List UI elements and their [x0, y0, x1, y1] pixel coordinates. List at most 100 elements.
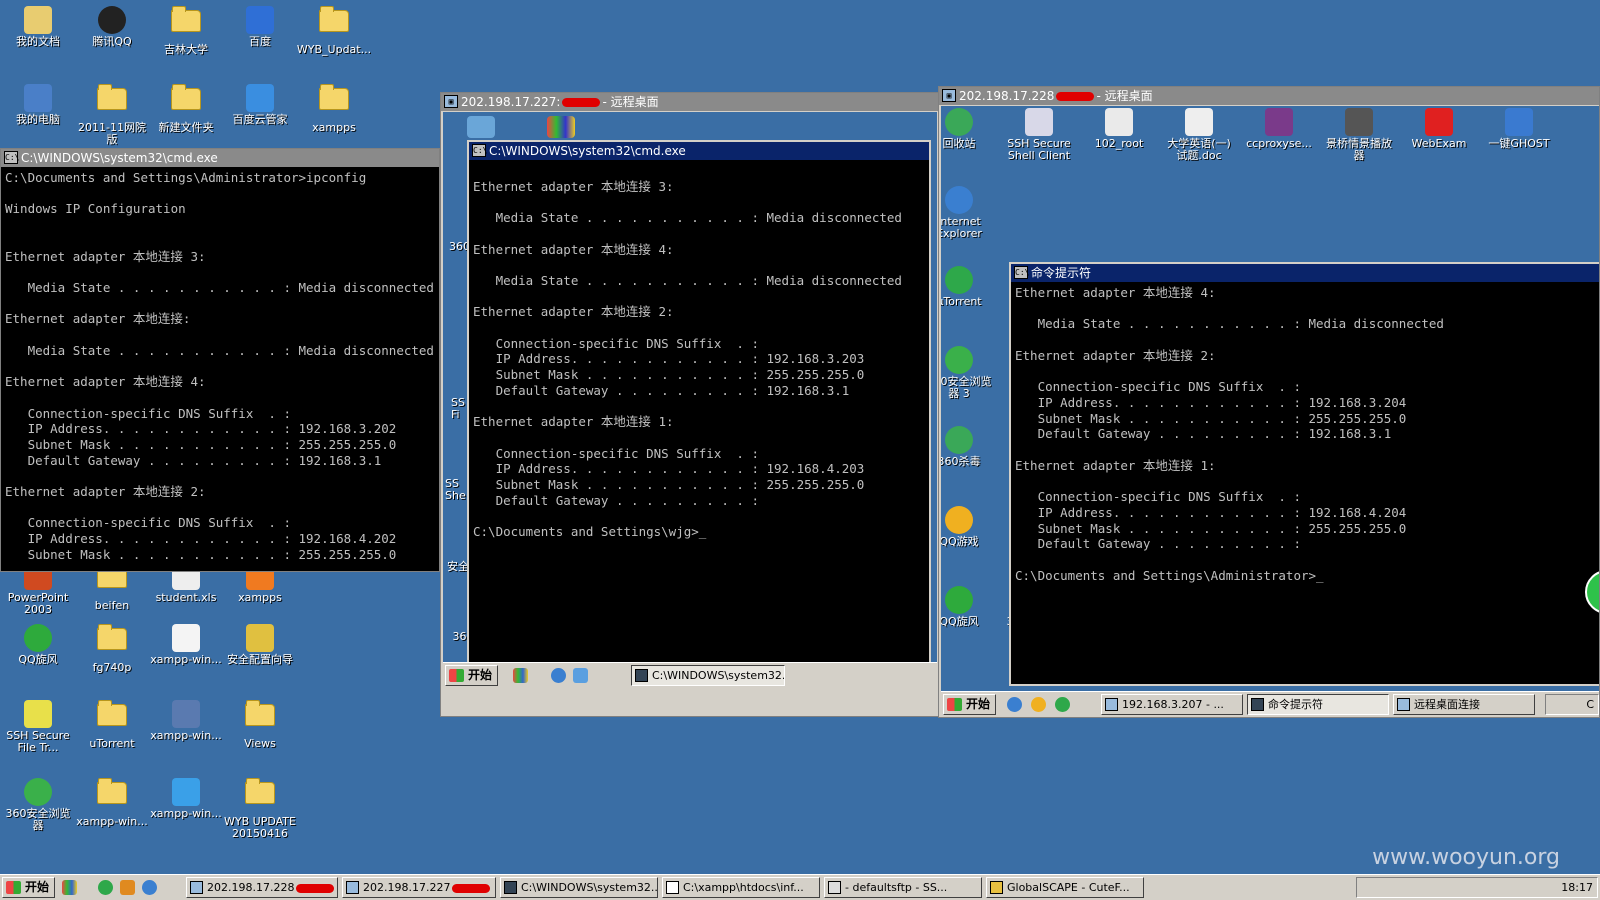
- desktop-icon[interactable]: WYB UPDATE 20150416: [222, 776, 298, 840]
- cmd-icon: C:\: [4, 151, 20, 164]
- quicklaunch-ie-icon[interactable]: [142, 880, 157, 895]
- quicklaunch-360-icon[interactable]: [98, 880, 113, 895]
- app-icon: [1025, 108, 1053, 136]
- desktop-icon[interactable]: 百度: [222, 4, 298, 48]
- desktop-icon[interactable]: 腾讯QQ: [74, 4, 150, 48]
- rd2-desktop-icon-label: 360杀毒: [941, 455, 981, 468]
- cuteftp-icon: [990, 881, 1003, 894]
- desktop-icon[interactable]: 百度云管家: [222, 82, 298, 126]
- rd2-desktop-icon[interactable]: 102_root: [1079, 108, 1159, 150]
- rd2-desktop-icon[interactable]: ccproxyse...: [1239, 108, 1319, 150]
- rd2-desktop-icon-label: ccproxyse...: [1246, 137, 1312, 150]
- rd1-cmd-titlebar[interactable]: C:\ C:\WINDOWS\system32\cmd.exe: [469, 142, 929, 160]
- rd2-desktop-icon[interactable]: SSH Secure Shell Client: [999, 108, 1079, 162]
- local-cmd-title: C:\WINDOWS\system32\cmd.exe: [21, 151, 218, 165]
- main-task-4[interactable]: C:\xampp\htdocs\inf...: [662, 877, 820, 898]
- desktop-icon[interactable]: 吉林大学: [148, 4, 224, 56]
- rd2-desktop-icon-label: 景桥情景播放 器: [1326, 137, 1392, 162]
- desktop-icon-label: SSH Secure File Tr...: [6, 729, 70, 754]
- rd2-desktop-icon-label: 102_root: [1094, 137, 1144, 150]
- rd1-cmd-window[interactable]: C:\ C:\WINDOWS\system32\cmd.exe Ethernet …: [467, 140, 931, 664]
- desktop-icon[interactable]: xampps: [296, 82, 372, 134]
- rd1-cmd-output[interactable]: Ethernet adapter 本地连接 3: Media State . .…: [469, 161, 929, 662]
- desktop-icon-label: Views: [244, 737, 276, 750]
- rd2-desktop-icon[interactable]: QQ游戏: [941, 506, 999, 548]
- remote-desktop-227[interactable]: ▣ 202.198.17.227: - 远程桌面 360 SS Fi SS She …: [440, 92, 940, 717]
- folder-icon: [244, 778, 276, 814]
- rd1-quicklaunch-windows-icon[interactable]: [513, 668, 528, 683]
- rd2-desktop-icon[interactable]: 一键GHOST: [1479, 108, 1559, 150]
- rd2-task-3[interactable]: 远程桌面连接: [1393, 694, 1535, 715]
- folder-shape: [97, 778, 127, 804]
- desktop-icon[interactable]: SSH Secure File Tr...: [0, 698, 76, 754]
- rd2-desktop-icon[interactable]: WebExam: [1399, 108, 1479, 150]
- desktop-icon[interactable]: 我的文档: [0, 4, 76, 48]
- desktop-icon[interactable]: 我的电脑: [0, 82, 76, 126]
- rd2-desktop-icon[interactable]: Internet Explorer: [941, 186, 999, 240]
- local-cmd-output[interactable]: C:\Documents and Settings\Administrator>…: [1, 168, 439, 571]
- rd2-tray[interactable]: C: [1545, 694, 1599, 715]
- windows-flag-icon: [449, 669, 464, 682]
- desktop-icon[interactable]: 新建文件夹: [148, 82, 224, 134]
- rd2-desktop-icon[interactable]: QQ旋风: [941, 586, 999, 628]
- rd2-desktop-icon[interactable]: 大学英语(一) 试题.doc: [1159, 108, 1239, 162]
- local-cmd-window[interactable]: C:\ C:\WINDOWS\system32\cmd.exe C:\Docume…: [0, 148, 440, 572]
- rd1-quicklaunch-ie-icon[interactable]: [551, 668, 566, 683]
- main-task-6[interactable]: GlobalSCAPE - CuteF...: [986, 877, 1144, 898]
- rd2-desktop-icon[interactable]: 回收站: [941, 108, 999, 150]
- desktop-icon[interactable]: uTorrent: [74, 698, 150, 750]
- rd1-quicklaunch-refresh-icon[interactable]: [573, 668, 588, 683]
- rd2-start-button[interactable]: 开始: [943, 694, 997, 715]
- rd1-taskbar: 开始 C:\WINDOWS\system32...: [443, 662, 937, 686]
- rd2-cmd-output[interactable]: Ethernet adapter 本地连接 4: Media State . .…: [1011, 283, 1599, 684]
- desktop-icon-label: 360安全浏览 器: [5, 807, 71, 832]
- clock[interactable]: 18:17: [1561, 881, 1593, 894]
- desktop-icon[interactable]: fg740p: [74, 622, 150, 674]
- rd1-titlebar[interactable]: ▣ 202.198.17.227: - 远程桌面: [441, 93, 939, 111]
- system-tray: 18:17: [1356, 877, 1598, 898]
- desktop-icon[interactable]: QQ旋风: [0, 622, 76, 666]
- main-task-2[interactable]: 202.198.17.227: [342, 877, 496, 898]
- main-task-5[interactable]: - defaultsftp - SS...: [824, 877, 982, 898]
- desktop-icon[interactable]: 360安全浏览 器: [0, 776, 76, 832]
- desktop-icon[interactable]: xampp-win...: [74, 776, 150, 828]
- rd2-titlebar[interactable]: ▣ 202.198.17.228 - 远程桌面: [939, 87, 1599, 105]
- rd2-cmd-window[interactable]: C:\ 命令提示符 Ethernet adapter 本地连接 4: Media …: [1009, 262, 1599, 686]
- rd2-desktop-icon[interactable]: 360杀毒: [941, 426, 999, 468]
- desktop-icon-label: WYB_Updat...: [296, 43, 372, 56]
- rd2-cmd-titlebar[interactable]: C:\ 命令提示符: [1011, 264, 1599, 282]
- desktop-icon[interactable]: xampp-win...: [148, 776, 224, 820]
- rd1-top-icon-b[interactable]: [547, 116, 575, 138]
- rd1-top-icon-a[interactable]: [467, 116, 495, 138]
- sftp-icon: [828, 881, 841, 894]
- rd1-side-fragment-4[interactable]: 安全: [447, 558, 469, 574]
- rd2-desktop-icon[interactable]: 360安全浏览 器 3: [941, 346, 999, 400]
- main-task-3[interactable]: C:\WINDOWS\system32...: [500, 877, 658, 898]
- desktop-icon[interactable]: xampp-win...: [148, 698, 224, 742]
- rd2-quicklaunch-360-icon[interactable]: [1055, 697, 1070, 712]
- desktop-icon[interactable]: Views: [222, 698, 298, 750]
- 360-browser-icon: [24, 778, 52, 806]
- rd1-start-button[interactable]: 开始: [445, 665, 499, 686]
- remote-desktop-228[interactable]: ▣ 202.198.17.228 - 远程桌面 回收站 SSH Secure Shel…: [938, 86, 1600, 718]
- rd2-task-2[interactable]: 命令提示符: [1247, 694, 1389, 715]
- main-start-button[interactable]: 开始: [2, 877, 56, 898]
- desktop-icon[interactable]: xampp-win...: [148, 622, 224, 666]
- desktop-icon[interactable]: WYB_Updat...: [296, 4, 372, 56]
- desktop-icon[interactable]: 安全配置向导: [222, 622, 298, 666]
- rd1-task-cmd[interactable]: C:\WINDOWS\system32...: [631, 665, 785, 686]
- network-icon: [172, 700, 200, 728]
- rd1-side-fragment-3[interactable]: SS She: [445, 478, 466, 502]
- main-task-1[interactable]: 202.198.17.228: [186, 877, 338, 898]
- rd2-quicklaunch-ie-icon[interactable]: [1007, 697, 1022, 712]
- local-cmd-titlebar[interactable]: C:\ C:\WINDOWS\system32\cmd.exe: [1, 149, 439, 167]
- quicklaunch-app-icon[interactable]: [120, 880, 135, 895]
- rd2-desktop-icon[interactable]: 景桥情景播放 器: [1319, 108, 1399, 162]
- rd2-task-1[interactable]: 192.168.3.207 - ...: [1101, 694, 1243, 715]
- folder-shape: [97, 700, 127, 726]
- quicklaunch-windows-icon[interactable]: [62, 880, 77, 895]
- rd1-side-fragment-2[interactable]: SS Fi: [451, 397, 465, 421]
- rd2-quicklaunch-qq-icon[interactable]: [1031, 697, 1046, 712]
- rd2-desktop-icon[interactable]: μTorrent: [941, 266, 999, 308]
- desktop-icon[interactable]: 2011-11网院 版: [74, 82, 150, 146]
